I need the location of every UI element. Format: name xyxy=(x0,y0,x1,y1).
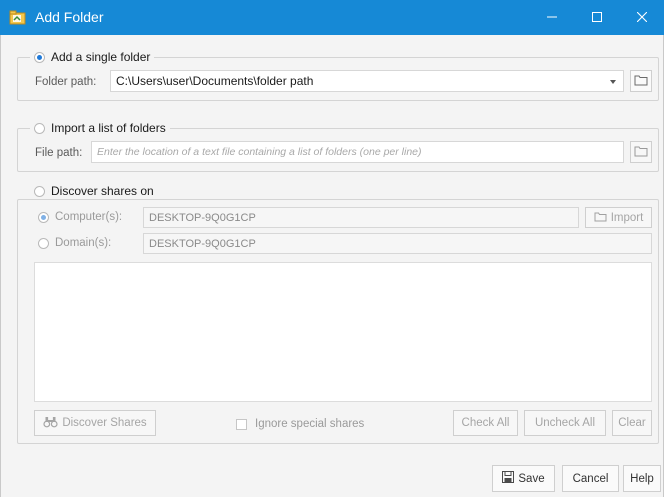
browse-folder-button[interactable] xyxy=(630,70,652,92)
discover-shares-label: Discover shares on xyxy=(51,184,154,198)
binoculars-icon xyxy=(43,416,58,431)
single-folder-radio[interactable] xyxy=(34,51,45,63)
computer-value: DESKTOP-9Q0G1CP xyxy=(149,211,256,224)
save-button[interactable]: Save xyxy=(492,465,555,492)
domain-option[interactable]: Domain(s): xyxy=(34,234,115,252)
computer-radio[interactable] xyxy=(38,211,49,223)
title-bar: Add Folder xyxy=(0,0,664,35)
app-folder-icon xyxy=(9,9,27,26)
window-title: Add Folder xyxy=(35,9,104,25)
import-button-label: Import xyxy=(610,211,644,224)
help-label: Help xyxy=(630,472,654,485)
import-list-label: Import a list of folders xyxy=(51,121,166,135)
ignore-special-option[interactable]: Ignore special shares xyxy=(236,417,364,431)
maximize-button[interactable] xyxy=(574,0,619,35)
domain-label: Domain(s): xyxy=(55,237,112,249)
discover-shares-button-label: Discover Shares xyxy=(62,417,147,429)
clear-button[interactable]: Clear xyxy=(612,410,652,436)
ignore-special-checkbox[interactable] xyxy=(236,418,247,430)
discover-shares-button[interactable]: Discover Shares xyxy=(34,410,156,436)
help-button[interactable]: Help xyxy=(623,465,661,492)
close-icon xyxy=(636,11,647,25)
import-folder-icon xyxy=(594,211,607,225)
cancel-label: Cancel xyxy=(572,472,609,485)
folder-path-label: Folder path: xyxy=(35,76,97,88)
file-path-label: File path: xyxy=(35,147,83,159)
shares-list[interactable] xyxy=(34,262,652,402)
ignore-special-label: Ignore special shares xyxy=(255,418,365,430)
save-label: Save xyxy=(518,472,545,485)
import-button[interactable]: Import xyxy=(585,207,652,228)
browse-file-icon xyxy=(634,145,648,160)
computer-option[interactable]: Computer(s): xyxy=(34,208,126,226)
domain-input[interactable]: DESKTOP-9Q0G1CP xyxy=(143,233,652,254)
clear-label: Clear xyxy=(618,417,646,429)
dropdown-arrow-icon[interactable] xyxy=(608,76,618,86)
domain-value: DESKTOP-9Q0G1CP xyxy=(149,237,256,250)
file-path-placeholder: Enter the location of a text file contai… xyxy=(97,146,422,158)
close-button[interactable] xyxy=(619,0,664,35)
minimize-icon xyxy=(546,11,557,25)
uncheck-all-button[interactable]: Uncheck All xyxy=(524,410,606,436)
import-list-option[interactable]: Import a list of folders xyxy=(30,120,170,136)
file-path-input[interactable]: Enter the location of a text file contai… xyxy=(91,141,624,163)
domain-radio[interactable] xyxy=(38,237,49,249)
check-all-label: Check All xyxy=(461,417,510,429)
check-all-button[interactable]: Check All xyxy=(453,410,518,436)
save-disk-icon xyxy=(502,471,515,486)
folder-path-value: C:\Users\user\Documents\folder path xyxy=(116,74,314,88)
discover-shares-radio[interactable] xyxy=(34,185,45,197)
browse-folder-icon xyxy=(634,74,648,89)
discover-shares-option[interactable]: Discover shares on xyxy=(30,183,158,199)
single-folder-label: Add a single folder xyxy=(51,50,151,64)
minimize-button[interactable] xyxy=(529,0,574,35)
cancel-button[interactable]: Cancel xyxy=(562,465,619,492)
computer-label: Computer(s): xyxy=(55,211,123,223)
maximize-icon xyxy=(591,11,602,25)
single-folder-option[interactable]: Add a single folder xyxy=(30,49,155,65)
folder-path-input[interactable]: C:\Users\user\Documents\folder path xyxy=(110,70,624,92)
uncheck-all-label: Uncheck All xyxy=(534,417,596,429)
browse-file-button[interactable] xyxy=(630,141,652,163)
computer-input[interactable]: DESKTOP-9Q0G1CP xyxy=(143,207,579,228)
import-list-radio[interactable] xyxy=(34,122,45,134)
